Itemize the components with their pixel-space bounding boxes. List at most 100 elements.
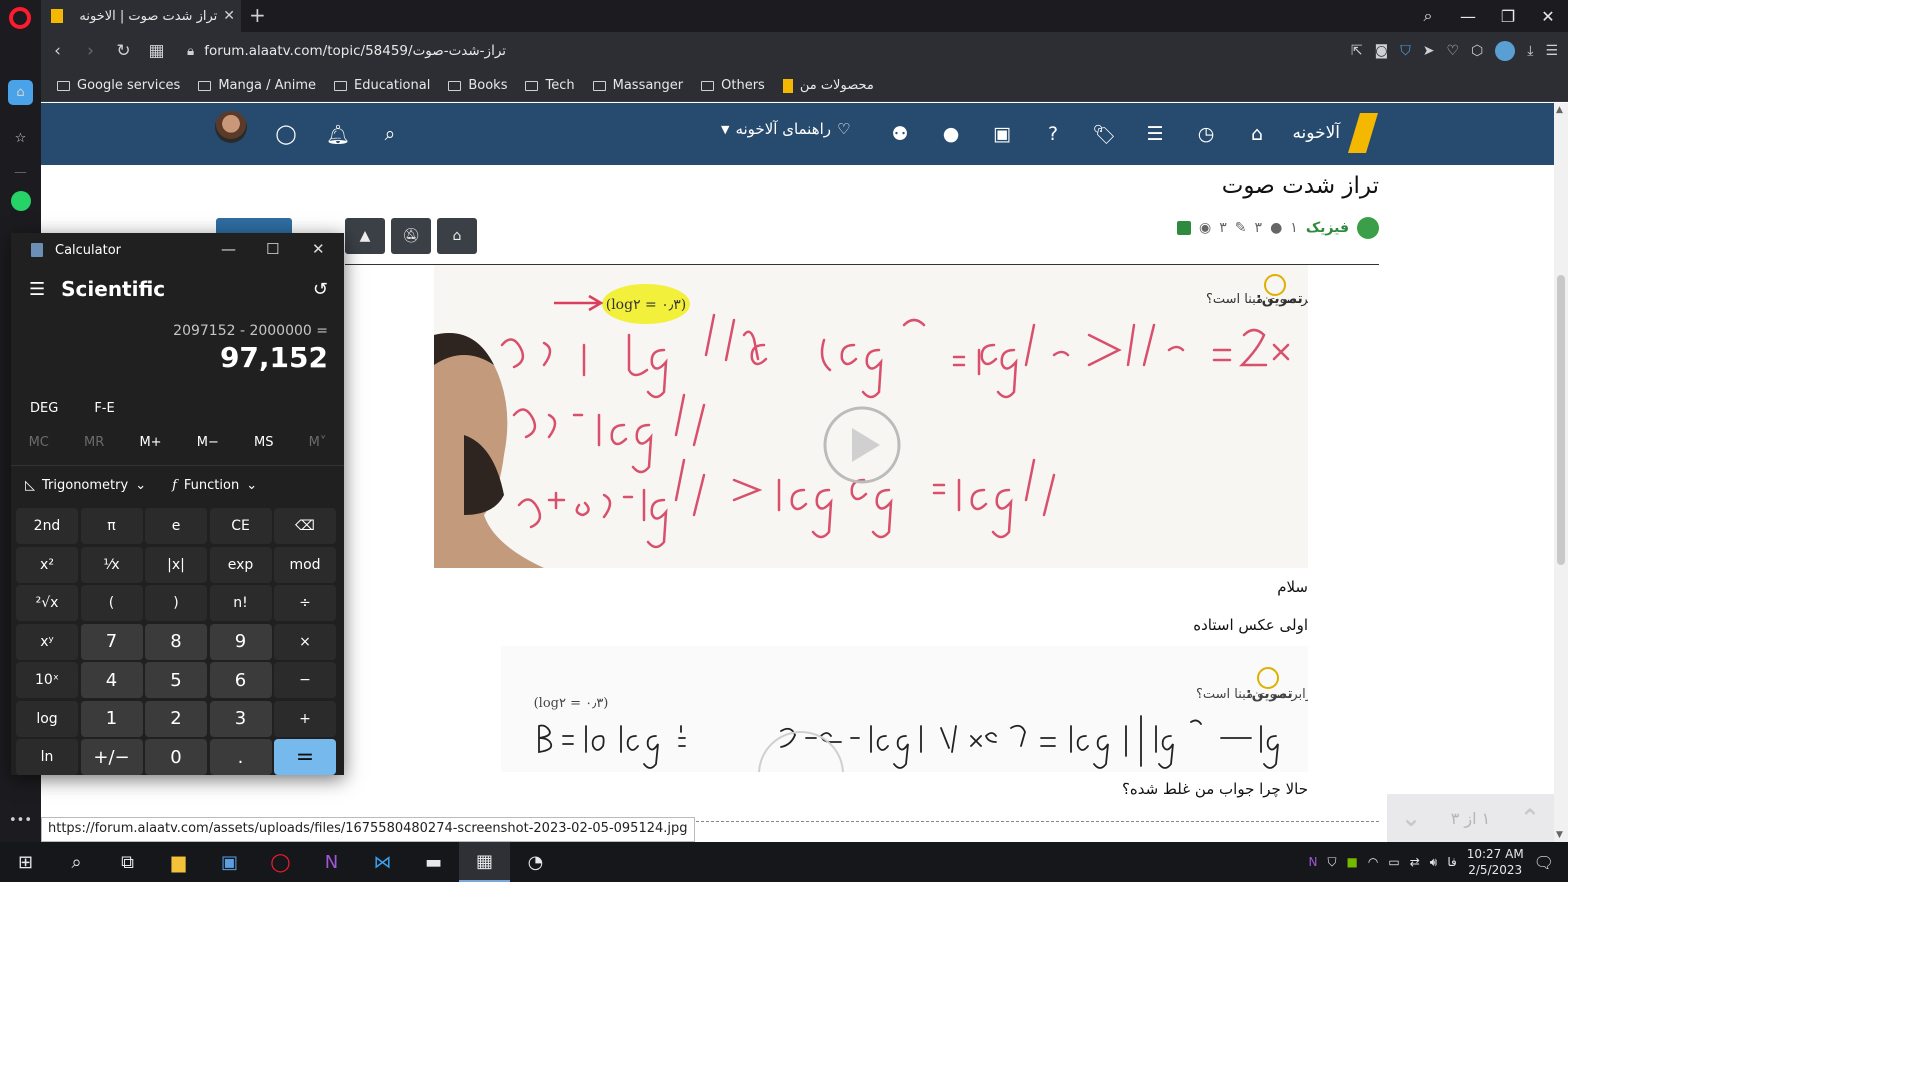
mr-button[interactable]: MR — [84, 435, 104, 450]
close-window-icon[interactable]: ✕ — [1528, 7, 1568, 26]
m-minus-button[interactable]: M− — [197, 435, 219, 450]
nvidia-icon[interactable]: ■ — [1347, 855, 1358, 869]
inbox-icon[interactable]: ⌂ — [1243, 120, 1271, 148]
plus-key[interactable]: + — [274, 700, 336, 737]
log-key[interactable]: log — [16, 700, 78, 737]
more-icon[interactable]: ••• — [8, 808, 33, 833]
fe-button[interactable]: F-E — [94, 401, 114, 416]
bookmark-massanger[interactable]: Massanger — [592, 78, 683, 93]
url-field[interactable]: forum.alaatv.com/topic/58459/تراز-شدت-صو… — [204, 43, 506, 59]
chat-icon[interactable]: ◯ — [272, 120, 300, 148]
equals-key[interactable]: = — [274, 739, 336, 775]
mc-button[interactable]: MC — [29, 435, 49, 450]
video-icon[interactable]: ▣ — [988, 120, 1016, 148]
reload-icon[interactable]: ↻ — [107, 41, 140, 61]
ten-power-key[interactable]: 10ˣ — [16, 662, 78, 698]
square-root-key[interactable]: ²√x — [16, 585, 78, 621]
forward-icon[interactable]: › — [74, 41, 107, 61]
pi-key[interactable]: π — [80, 508, 143, 544]
onenote-tray-icon[interactable]: N — [1309, 855, 1318, 869]
digit-1-key[interactable]: 1 — [80, 700, 143, 737]
e-key[interactable]: e — [145, 508, 207, 544]
security-icon[interactable]: ⛉ — [1328, 855, 1337, 870]
bookmark-others[interactable]: Others — [701, 78, 765, 93]
divide-key[interactable]: ÷ — [274, 585, 336, 621]
digit-0-key[interactable]: 0 — [145, 739, 207, 775]
back-icon[interactable]: ‹ — [41, 41, 74, 61]
clock[interactable]: 10:27 AM 2/5/2023 — [1467, 846, 1524, 878]
display-icon[interactable]: ▭ — [1388, 855, 1399, 869]
terminal-icon[interactable]: ▬ — [408, 842, 459, 882]
square-key[interactable]: x² — [16, 546, 78, 583]
download-icon[interactable]: ⤓ — [1527, 43, 1533, 59]
digit-2-key[interactable]: 2 — [145, 700, 207, 737]
tags-icon[interactable]: 🏷︎ — [1090, 120, 1118, 148]
profile-avatar[interactable] — [1495, 41, 1516, 61]
backspace-key[interactable]: ⌫ — [274, 508, 336, 544]
new-tab-button[interactable]: + — [249, 4, 266, 26]
m-plus-button[interactable]: M+ — [139, 435, 161, 450]
tab-grid-icon[interactable]: ▦ — [140, 41, 173, 61]
digit-5-key[interactable]: 5 — [145, 662, 207, 698]
student-work-image[interactable]: تمرین: تراز شدت صوتی ۶۳ دسی‌بل است. شدت … — [501, 646, 1308, 772]
list-icon[interactable]: ☰ — [1141, 120, 1169, 148]
calculator-taskbar-icon[interactable]: ▦ — [459, 842, 510, 882]
user-avatar[interactable] — [215, 111, 247, 143]
wifi-icon[interactable]: ◠ — [1368, 855, 1378, 869]
clock-app-icon[interactable]: ◔ — [510, 842, 561, 882]
history-icon[interactable]: ↺ — [313, 279, 328, 300]
abs-key[interactable]: |x| — [145, 546, 207, 583]
digit-4-key[interactable]: 4 — [80, 662, 143, 698]
easy-setup-icon[interactable]: ☰ — [1545, 43, 1558, 59]
volume-icon[interactable]: 🔊︎ — [1430, 855, 1438, 870]
pinboard-icon[interactable]: ☆ — [8, 126, 33, 151]
power-key[interactable]: xʸ — [16, 623, 78, 660]
bookmark-products[interactable]: محصولات من — [782, 78, 874, 93]
whatsapp-icon[interactable] — [8, 188, 33, 213]
factorial-key[interactable]: n! — [209, 585, 272, 621]
digit-9-key[interactable]: 9 — [209, 623, 272, 660]
heart-icon[interactable]: ♡ — [1446, 43, 1459, 59]
minimize-icon[interactable]: — — [1448, 7, 1488, 26]
search-icon[interactable]: ⌕ — [376, 120, 404, 148]
scroll-bottom-icon[interactable]: ⌄ — [1401, 804, 1421, 832]
second-key[interactable]: 2nd — [16, 508, 78, 544]
bell-icon[interactable]: 🔔︎ — [324, 120, 352, 148]
bookmark-google-services[interactable]: Google services — [57, 78, 180, 93]
teacher-board-image[interactable]: تمرین: تراز شدت صوتی ۶۳ دسی‌بل است. شدت … — [434, 265, 1308, 568]
users-icon[interactable]: ⚉ — [886, 120, 914, 148]
file-explorer-icon[interactable]: ▆ — [153, 842, 204, 882]
inbox-icon[interactable]: ⌂ — [437, 218, 477, 254]
ln-key[interactable]: ln — [16, 739, 78, 775]
bookmark-books[interactable]: Books — [448, 78, 507, 93]
close-icon[interactable]: ✕ — [312, 240, 325, 258]
task-view-icon[interactable]: ⧉ — [102, 842, 153, 882]
open-paren-key[interactable]: ( — [80, 585, 143, 621]
trigonometry-dropdown[interactable]: ◺ Trigonometry ⌄ — [25, 478, 146, 493]
scroll-down-icon[interactable]: ▼ — [1556, 830, 1563, 840]
close-paren-key[interactable]: ) — [145, 585, 207, 621]
decimal-key[interactable]: . — [209, 739, 272, 775]
network-icon[interactable]: ⇄ — [1410, 855, 1420, 869]
mute-icon[interactable]: 🔕︎ — [391, 218, 431, 254]
sort-icon[interactable]: ▲ — [345, 218, 385, 254]
site-logo[interactable]: آلاخونه — [1292, 113, 1378, 153]
reciprocal-key[interactable]: ¹⁄x — [80, 546, 143, 583]
search-tabs-icon[interactable]: ⌕ — [1408, 6, 1448, 26]
control-panel-icon[interactable]: ▣ — [204, 842, 255, 882]
start-icon[interactable]: ⊞ — [0, 842, 51, 882]
function-dropdown[interactable]: f Function ⌄ — [172, 478, 257, 493]
rss-icon[interactable] — [1177, 221, 1192, 235]
guide-menu[interactable]: ♡ راهنمای آلاخونه ▼ — [721, 120, 850, 138]
digit-6-key[interactable]: 6 — [209, 662, 272, 698]
minus-key[interactable]: − — [274, 662, 336, 698]
home-icon[interactable]: ⌂ — [8, 80, 33, 105]
digit-7-key[interactable]: 7 — [80, 623, 143, 660]
scrollbar-thumb[interactable] — [1557, 275, 1565, 565]
share-icon[interactable]: ⇱ — [1351, 43, 1363, 59]
exp-key[interactable]: exp — [209, 546, 272, 583]
digit-3-key[interactable]: 3 — [209, 700, 272, 737]
clear-entry-key[interactable]: CE — [209, 508, 272, 544]
minimize-icon[interactable]: — — [221, 240, 236, 258]
category-link[interactable]: فیزیک — [1306, 220, 1349, 236]
